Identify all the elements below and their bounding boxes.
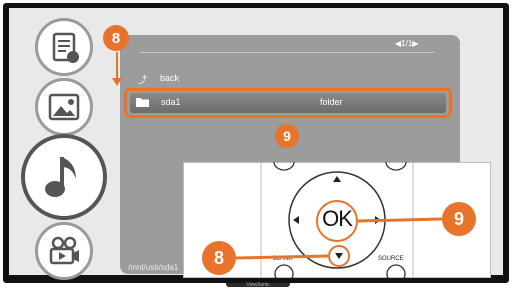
- callout-lines: [112, 52, 443, 260]
- step-8-callout-down: 8: [202, 241, 236, 275]
- step-9-callout-ok: 9: [442, 202, 476, 236]
- step-9-callout-row: 9: [275, 124, 299, 148]
- step-8-callout-top: 8: [103, 25, 129, 51]
